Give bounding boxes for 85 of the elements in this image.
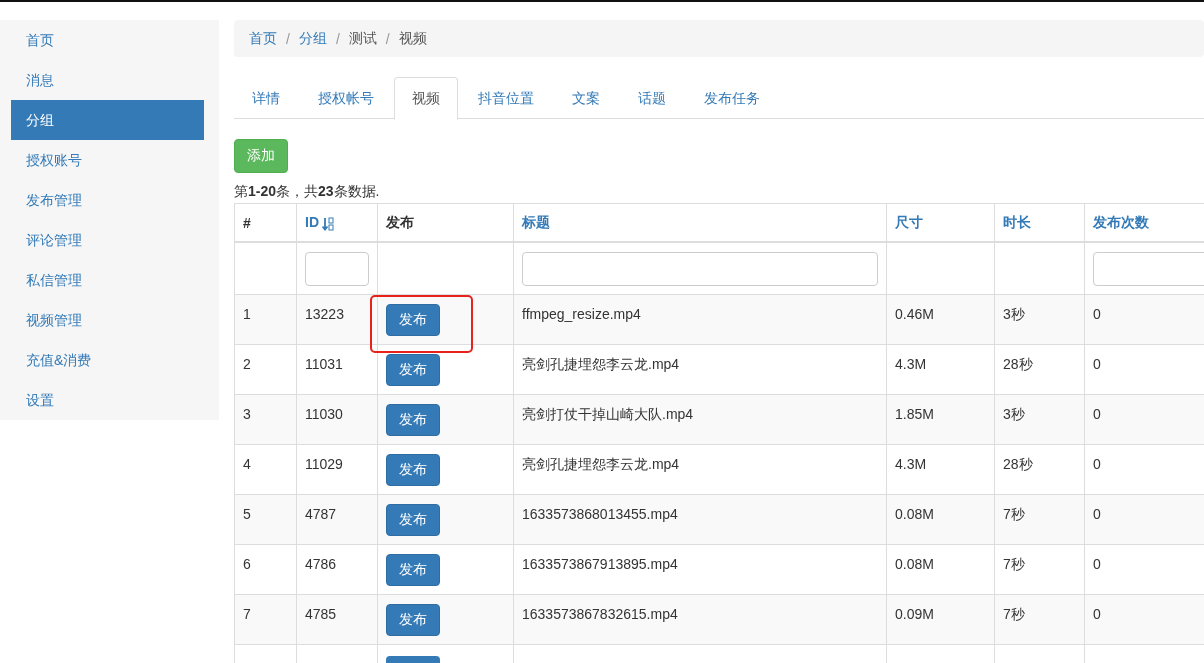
table-cell: 0.08M bbox=[895, 556, 934, 572]
table-cell: 0.09M bbox=[895, 606, 934, 622]
table-cell: 1633573867913895.mp4 bbox=[522, 556, 678, 572]
tab[interactable]: 视频 bbox=[394, 77, 458, 120]
table-cell: 7秒 bbox=[1003, 506, 1025, 522]
table-cell: 4.3M bbox=[895, 456, 927, 472]
table-cell: 4786 bbox=[305, 556, 337, 572]
column-header: 发布 bbox=[386, 213, 414, 230]
sidebar-item[interactable]: 首页 bbox=[11, 20, 204, 60]
table-cell: 3秒 bbox=[1003, 406, 1025, 422]
table-cell: 6 bbox=[243, 556, 251, 572]
tab[interactable]: 发布任务 bbox=[686, 77, 778, 118]
column-header-link[interactable]: ID bbox=[305, 214, 319, 231]
sidebar-item[interactable]: 分组 bbox=[11, 100, 204, 140]
sidebar-item[interactable]: 设置 bbox=[11, 380, 204, 420]
sort-icon bbox=[322, 216, 334, 231]
table-cell: 0 bbox=[1093, 306, 1101, 322]
table-cell: 11031 bbox=[305, 356, 343, 372]
table-cell: 0 bbox=[1093, 506, 1101, 522]
breadcrumb-text: 测试 bbox=[348, 29, 377, 48]
breadcrumb-text: 视频 bbox=[398, 29, 427, 48]
table-cell: 4787 bbox=[305, 506, 337, 522]
filter-field[interactable] bbox=[305, 251, 369, 286]
table-cell: 1 bbox=[243, 306, 251, 322]
sidebar-item[interactable]: 充值&消费 bbox=[11, 340, 204, 380]
table-cell: 13223 bbox=[305, 306, 344, 322]
breadcrumb-link[interactable]: 首页 bbox=[249, 29, 277, 48]
tab[interactable]: 详情 bbox=[234, 77, 298, 118]
table-cell: 7 bbox=[243, 606, 251, 622]
table-cell: 7秒 bbox=[1003, 606, 1025, 622]
table-cell: 3 bbox=[243, 406, 251, 422]
table-cell: 4 bbox=[243, 456, 251, 472]
table-cell: 2 bbox=[243, 356, 251, 372]
table-cell: 0 bbox=[1093, 606, 1101, 622]
sidebar-item[interactable]: 私信管理 bbox=[11, 260, 204, 300]
table-cell: 28秒 bbox=[1003, 356, 1033, 372]
table-cell: 1633573868013455.mp4 bbox=[522, 506, 678, 522]
publish-button[interactable]: 发布 bbox=[386, 404, 440, 436]
publish-button[interactable]: 发布 bbox=[386, 554, 440, 586]
table-cell: 5 bbox=[243, 506, 251, 522]
sidebar-item[interactable]: 消息 bbox=[11, 60, 204, 100]
publish-button[interactable]: 发布 bbox=[386, 304, 440, 336]
table-cell: 28秒 bbox=[1003, 456, 1033, 472]
table-cell: 3秒 bbox=[1003, 306, 1025, 322]
table-cell: 1.85M bbox=[895, 406, 934, 422]
filter-field[interactable] bbox=[522, 251, 878, 286]
breadcrumb-separator: / bbox=[385, 30, 390, 47]
publish-button[interactable]: 发布 bbox=[386, 354, 440, 386]
filter-field[interactable] bbox=[1093, 251, 1204, 286]
tab[interactable]: 话题 bbox=[620, 77, 684, 118]
publish-button[interactable]: 发布 bbox=[386, 454, 440, 486]
tab[interactable]: 文案 bbox=[554, 77, 618, 118]
breadcrumb-separator: / bbox=[286, 30, 290, 47]
table-cell: 7秒 bbox=[1003, 556, 1025, 572]
table-cell: 0 bbox=[1093, 356, 1101, 372]
sidebar-item[interactable]: 视频管理 bbox=[11, 300, 204, 340]
table-cell: 亮剑孔捷埋怨李云龙.mp4 bbox=[522, 456, 680, 472]
publish-button[interactable]: 发布 bbox=[386, 604, 440, 636]
sidebar-item[interactable]: 评论管理 bbox=[11, 220, 204, 260]
tab[interactable]: 授权帐号 bbox=[300, 77, 392, 118]
tab[interactable]: 抖音位置 bbox=[460, 77, 552, 118]
column-header-link[interactable]: 标题 bbox=[522, 213, 550, 230]
table-cell: 0 bbox=[1093, 406, 1101, 422]
table-cell: 4785 bbox=[305, 606, 337, 622]
sidebar-item[interactable]: 授权账号 bbox=[11, 140, 204, 180]
table-cell: 亮剑打仗干掉山崎大队.mp4 bbox=[522, 406, 694, 422]
publish-button[interactable]: 发布 bbox=[386, 504, 440, 536]
column-header-link[interactable]: 时长 bbox=[1003, 213, 1031, 230]
table-cell: 4.3M bbox=[895, 356, 927, 372]
table-cell: 0.08M bbox=[895, 506, 934, 522]
column-header: # bbox=[243, 214, 251, 231]
table-cell: 0 bbox=[1093, 456, 1101, 472]
breadcrumb-separator: / bbox=[335, 30, 340, 47]
pagination-summary: 第1-20条，共23条数据. bbox=[234, 183, 381, 201]
table-cell: 0.46M bbox=[895, 306, 934, 322]
column-header-link[interactable]: 尺寸 bbox=[895, 213, 923, 230]
table-cell: 0 bbox=[1093, 556, 1101, 572]
table-cell: 11030 bbox=[305, 406, 343, 422]
sidebar-item[interactable]: 发布管理 bbox=[11, 180, 204, 220]
add-button[interactable]: 添加 bbox=[234, 139, 288, 173]
table-cell: 亮剑孔捷埋怨李云龙.mp4 bbox=[522, 356, 680, 372]
table-cell: 11029 bbox=[305, 456, 343, 472]
breadcrumb-link[interactable]: 分组 bbox=[298, 29, 327, 48]
table-cell: 1633573867832615.mp4 bbox=[522, 606, 678, 622]
table-cell: ffmpeg_resize.mp4 bbox=[522, 306, 641, 322]
